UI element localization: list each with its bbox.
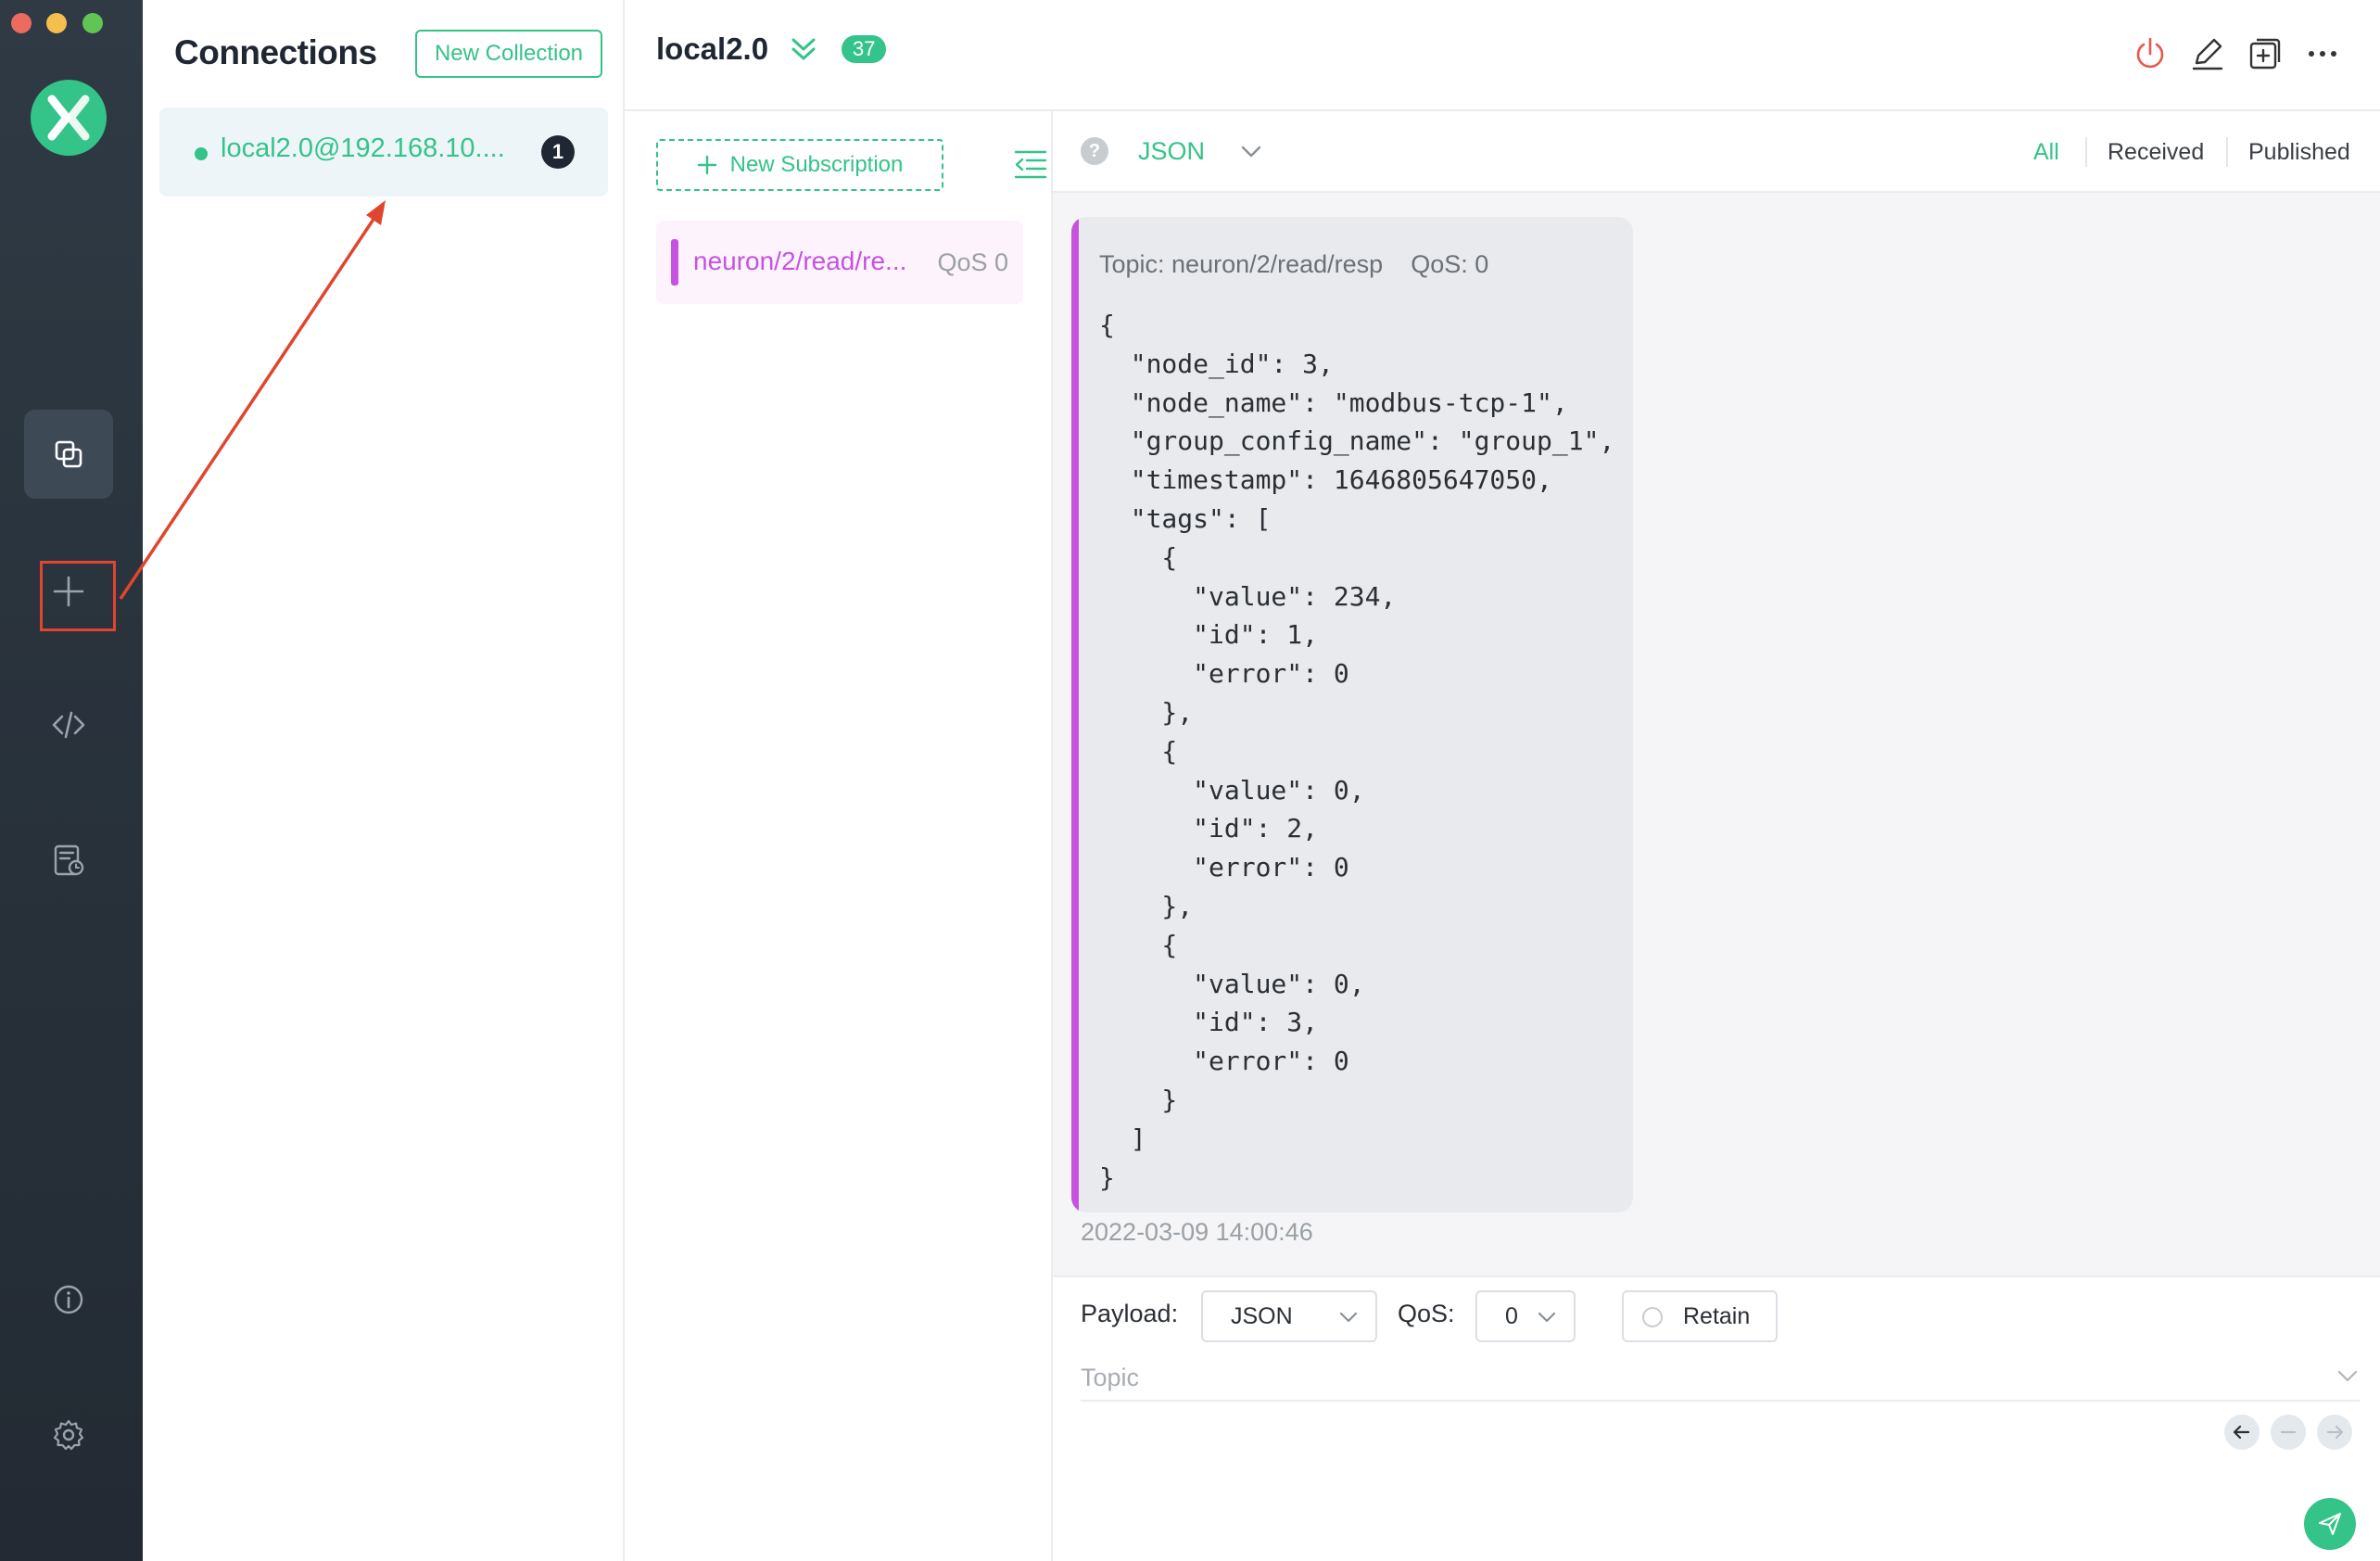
plus-icon [697,155,716,175]
new-subscription-button[interactable]: New Subscription [656,139,943,191]
connections-icon [55,440,82,468]
subscription-qos: QoS 0 [937,248,1008,276]
filter-all-tab[interactable]: All [2033,139,2059,166]
arrow-left-icon [2233,1425,2250,1440]
log-icon [54,844,84,876]
about-icon [54,1285,83,1314]
history-clear-button[interactable] [2271,1415,2306,1450]
edit-icon[interactable] [2189,35,2226,72]
settings-icon [53,1419,84,1451]
filter-received-tab[interactable]: Received [2108,139,2204,166]
payload-format-select[interactable]: JSON [1138,137,1205,166]
connection-title: local2.0 [656,32,769,66]
connection-item[interactable]: local2.0@192.168.10.... 1 [159,108,608,197]
send-icon [2319,1513,2341,1535]
message-color-bar [1071,217,1079,1212]
connections-nav-button[interactable] [24,410,113,499]
connections-title: Connections [174,33,377,71]
topic-input[interactable] [1081,1355,2360,1402]
arrow-right-icon [2326,1425,2344,1440]
new-collection-button[interactable]: New Collection [415,30,602,78]
filter-divider [2085,137,2087,167]
chevron-down-icon [1339,1312,1358,1323]
new-subscription-label: New Subscription [729,152,904,177]
connection-status-dot [195,147,208,160]
publish-panel: Payload: JSON QoS: 0 Retain [1053,1275,2380,1561]
qos-label: QoS: [1398,1300,1455,1327]
connection-label: local2.0@192.168.10.... [221,133,505,163]
qos-value: 0 [1505,1302,1518,1329]
message-meta: Topic: neuron/2/read/resp QoS: 0 [1099,250,1516,279]
subscription-item[interactable]: neuron/2/read/re... QoS 0 [656,221,1023,304]
script-icon [52,711,85,739]
subscriptions-panel: New Subscription neuron/2/read/re... QoS… [625,111,1053,1561]
message-timestamp: 2022-03-09 14:00:46 [1081,1218,1313,1246]
window-minimize-button[interactable] [46,13,67,33]
qos-dropdown[interactable]: 0 [1475,1290,1576,1342]
payload-format-value: JSON [1231,1302,1293,1329]
app-logo-icon [31,80,107,156]
chevron-down-icon [1538,1312,1556,1323]
filter-divider [2226,137,2228,167]
history-forward-button[interactable] [2317,1415,2352,1450]
payload-format-dropdown[interactable]: JSON [1201,1290,1377,1342]
payload-label: Payload: [1081,1300,1179,1327]
settings-nav-button[interactable] [24,1390,113,1479]
retain-radio [1642,1307,1663,1327]
window-zoom-button[interactable] [82,13,103,33]
message-payload: { "node_id": 3, "node_name": "modbus-tcp… [1099,310,1615,1193]
disconnect-power-icon[interactable] [2132,35,2169,72]
new-window-icon[interactable] [2247,35,2284,72]
message-qos: QoS: 0 [1411,250,1489,278]
about-nav-button[interactable] [24,1255,113,1344]
more-options-icon[interactable] [2304,35,2341,72]
subscription-topic: neuron/2/read/re... [693,247,907,275]
script-nav-button[interactable] [24,680,113,769]
connection-header: local2.0 37 [625,0,2380,111]
history-back-button[interactable] [2224,1415,2260,1450]
double-chevron-down-icon[interactable] [788,33,819,65]
topic-history-chevron-icon[interactable] [2334,1363,2361,1390]
help-icon[interactable]: ? [1081,137,1108,165]
app-sidebar [0,0,143,1561]
received-message[interactable]: Topic: neuron/2/read/resp QoS: 0 { "node_… [1071,217,1633,1212]
message-topic: Topic: neuron/2/read/resp [1099,250,1384,278]
message-list: Topic: neuron/2/read/resp QoS: 0 { "node_… [1053,193,2380,1275]
subscription-color-bar [671,239,678,286]
filter-published-tab[interactable]: Published [2248,139,2350,166]
minus-icon [2280,1430,2297,1434]
annotation-highlight-box [40,561,116,631]
send-message-button[interactable] [2304,1498,2356,1550]
log-nav-button[interactable] [24,816,113,905]
chevron-down-icon[interactable] [1238,139,1264,165]
window-close-button[interactable] [11,13,32,33]
message-toolbar: ? JSON All Received Published [1053,111,2380,193]
retain-label: Retain [1683,1302,1751,1329]
unread-badge: 1 [541,135,575,169]
connections-panel: Connections New Collection local2.0@192.… [143,0,625,1561]
retain-checkbox[interactable]: Retain [1622,1290,1778,1342]
collapse-subscriptions-icon[interactable] [1012,148,1049,182]
message-count-badge: 37 [842,35,887,63]
